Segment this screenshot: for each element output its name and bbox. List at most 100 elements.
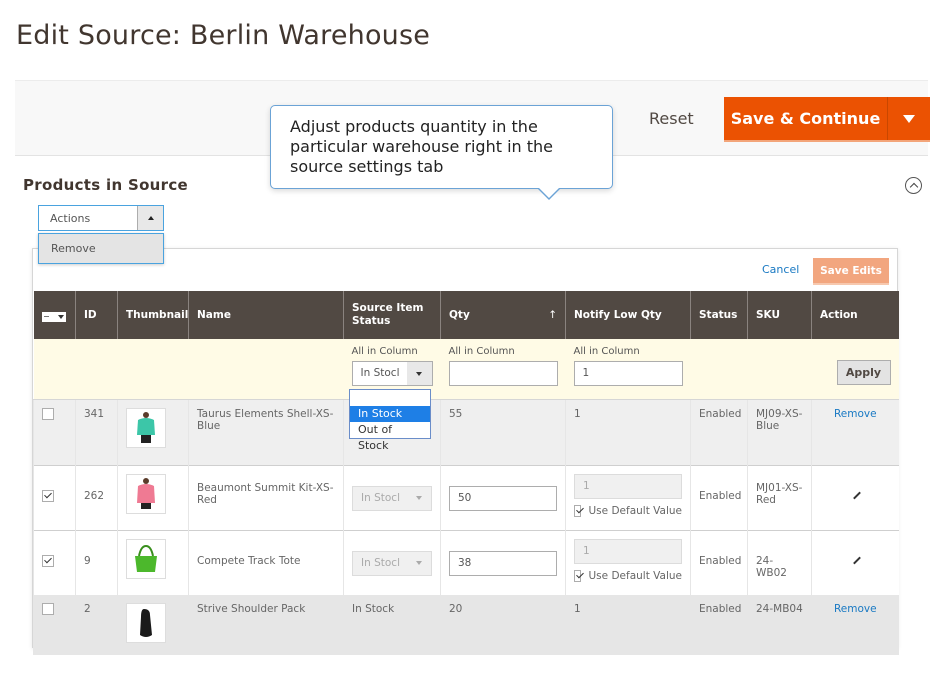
caret-down-icon [416,371,422,376]
column-header-name[interactable]: Name [188,291,344,339]
column-header-thumbnail: Thumbnail [117,291,189,339]
cell-sku: 24-MB04 [747,595,812,655]
apply-button[interactable]: Apply [836,360,891,385]
cell-status: Enabled [690,595,748,655]
cell-notify: 1 [565,595,691,655]
cell-status: Enabled [690,529,748,595]
mass-select-header [33,291,76,339]
status-option-empty[interactable] [350,390,430,406]
cell-sku: MJ09-XS-Blue [747,399,812,465]
pencil-icon[interactable] [853,491,862,499]
cell-sku: MJ01-XS-Red [747,464,812,530]
save-options-toggle[interactable] [887,97,930,140]
section-title: Products in Source [23,176,189,194]
product-thumbnail [126,407,166,448]
column-header-id[interactable]: ID [75,291,118,339]
cell-qty: 55 [440,399,566,465]
row-checkbox[interactable] [42,489,54,502]
row-notify-input: 1 [574,473,682,499]
all-in-column-label: All in Column [448,346,515,357]
row-checkbox[interactable] [42,407,54,420]
cell-source-status: In Stock [343,595,441,655]
save-continue-button[interactable]: Save & Continue [724,97,887,140]
pencil-icon[interactable] [853,556,862,564]
column-header-source-item-status[interactable]: Source Item Status [343,291,441,339]
use-default-checkbox[interactable] [574,504,581,517]
all-in-column-label: All in Column [573,346,640,357]
bulk-status-value: In Stocl [360,367,400,379]
bulk-qty-input[interactable] [448,361,558,386]
table-row: 341 Taurus Elements Shell-XS-Blue 55 1 E… [33,399,899,465]
page-title: Edit Source: Berlin Warehouse [16,20,431,51]
caret-down-icon [903,114,915,123]
product-thumbnail [126,603,166,643]
product-thumbnail [126,473,166,514]
remove-link[interactable]: Remove [834,408,877,420]
products-grid: ID Thumbnail Name Source Item Status Qty… [33,291,899,655]
caret-down-icon [57,314,64,319]
column-header-qty-label: Qty [449,308,470,321]
row-checkbox[interactable] [42,554,54,567]
bulk-status-select[interactable]: In Stocl [351,361,433,386]
row-status-select: In Stocl [352,550,432,576]
column-header-action: Action [811,291,899,339]
row-status-value: In Stocl [361,491,400,504]
cell-id: 262 [75,464,118,530]
column-header-notify-low-qty[interactable]: Notify Low Qty [565,291,691,339]
cell-id: 2 [75,595,118,655]
collapse-section-icon[interactable] [905,177,922,194]
bulk-notify-input[interactable]: 1 [573,361,683,386]
cell-status: Enabled [690,464,748,530]
cell-notify: 1 [565,399,691,465]
row-status-value: In Stocl [361,556,400,569]
use-default-label: Use Default Value [588,569,683,582]
status-option-out-of-stock[interactable]: Out of Stock [350,422,430,452]
caret-down-icon [415,561,422,565]
cell-qty: 20 [440,595,566,655]
mass-actions-dropdown: Actions Remove [38,205,164,264]
save-continue-split-button: Save & Continue [724,97,930,140]
row-notify-input: 1 [574,538,682,564]
row-qty-input[interactable]: 38 [449,550,557,576]
callout-tooltip-tail [537,187,561,200]
table-row: 2 Strive Shoulder Pack In Stock 20 1 Ena… [33,595,899,655]
actions-label: Actions [50,212,91,225]
actions-menu-item-remove[interactable]: Remove [38,233,164,264]
row-status-select: In Stocl [352,485,432,511]
cell-name: Compete Track Tote [188,529,344,595]
all-in-column-label: All in Column [351,346,418,357]
cell-name: Strive Shoulder Pack [188,595,344,655]
cell-status: Enabled [690,399,748,465]
use-default-label: Use Default Value [588,504,683,517]
row-checkbox[interactable] [42,603,54,615]
column-header-qty[interactable]: Qty ↑ [440,291,566,339]
sort-ascending-icon: ↑ [548,308,557,321]
actions-toggle[interactable] [137,206,163,230]
row-qty-input[interactable]: 50 [449,485,557,511]
chevron-up-icon [909,182,918,192]
use-default-checkbox[interactable] [574,569,581,582]
product-thumbnail [126,538,166,579]
cell-sku: 24-WB02 [747,529,812,595]
caret-down-icon [415,496,422,500]
status-options-dropdown: In Stock Out of Stock [349,389,431,452]
table-row: 9 Compete Track Tote In Stocl 38 1 Use D… [33,529,899,595]
mass-select-checkbox[interactable] [41,311,66,322]
actions-select[interactable]: Actions [38,205,164,231]
table-row: 262 Beaumont Summit Kit-XS-Red In Stocl … [33,464,899,530]
caret-up-icon [147,216,154,220]
save-edits-button[interactable]: Save Edits [813,258,889,283]
remove-link[interactable]: Remove [834,603,877,615]
cancel-edits-link[interactable]: Cancel [762,263,799,276]
bulk-edit-row: All in Column In Stocl All in Column All… [33,339,899,400]
cell-name: Beaumont Summit Kit-XS-Red [188,464,344,530]
cell-id: 341 [75,399,118,465]
grid-header-row: ID Thumbnail Name Source Item Status Qty… [33,291,899,339]
column-header-status[interactable]: Status [690,291,748,339]
cell-id: 9 [75,529,118,595]
status-option-in-stock[interactable]: In Stock [350,406,430,422]
callout-tooltip: Adjust products quantity in the particul… [270,105,613,189]
column-header-sku[interactable]: SKU [747,291,812,339]
reset-button[interactable]: Reset [649,109,694,128]
cell-name: Taurus Elements Shell-XS-Blue [188,399,344,465]
